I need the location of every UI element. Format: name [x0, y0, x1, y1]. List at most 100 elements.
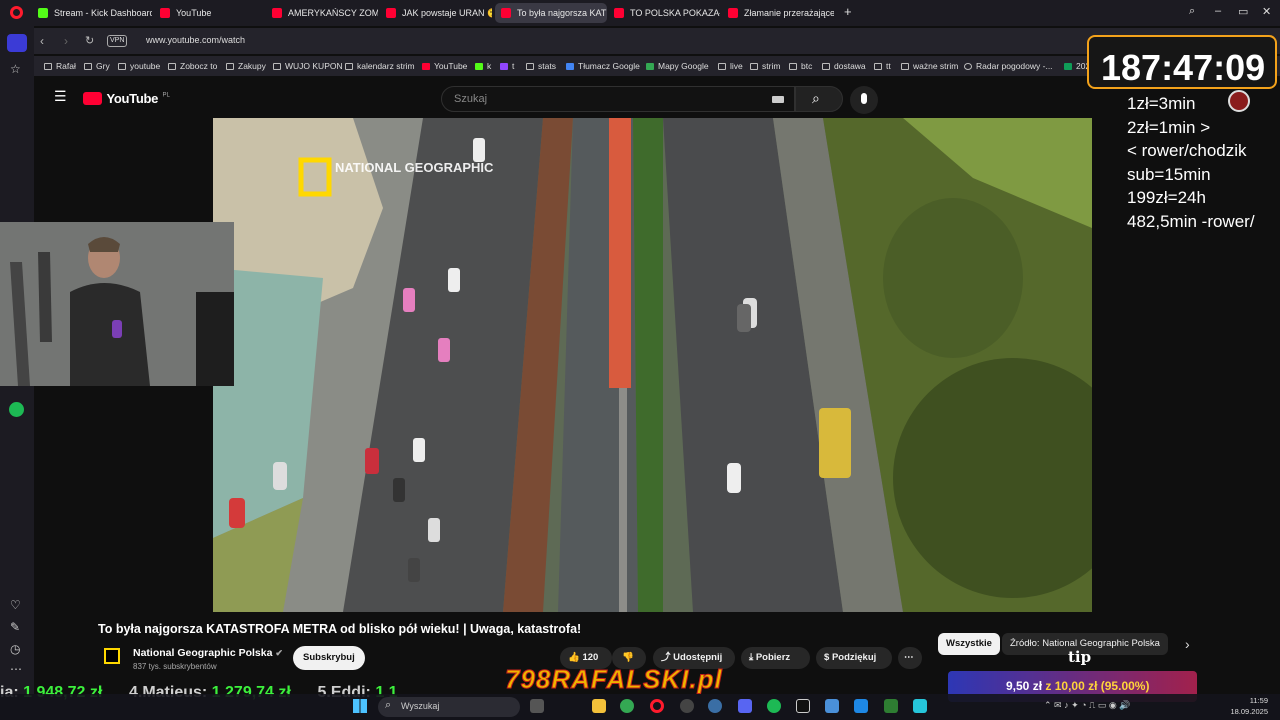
spotify-icon[interactable]: [9, 402, 24, 417]
youtube-play-icon: [83, 92, 102, 105]
back-icon[interactable]: ‹: [40, 34, 44, 48]
menu-icon[interactable]: ☰: [54, 88, 67, 105]
tab-katastrofa-metra[interactable]: To była najgorsza KAT: [495, 3, 607, 23]
tab-youtube[interactable]: YouTube: [154, 3, 264, 23]
search-icon: ⌕: [385, 699, 392, 711]
file-explorer-icon[interactable]: [592, 699, 606, 713]
bookmark-item[interactable]: Gry: [84, 61, 110, 71]
bookmark-item[interactable]: strim: [750, 61, 780, 71]
more-icon[interactable]: ⋯: [10, 662, 22, 676]
video-frame: NATIONAL GEOGRAPHIC: [213, 118, 1092, 612]
discord-icon[interactable]: [738, 699, 752, 713]
chip-all[interactable]: Wszystkie: [938, 633, 1000, 655]
bookmark-item[interactable]: Radar pogodowy -...: [964, 61, 1053, 71]
folder-icon: [789, 63, 797, 70]
app-icon[interactable]: [913, 699, 927, 713]
rule-line: 199zł=24h: [1127, 188, 1206, 207]
url-field[interactable]: www.youtube.com/watch: [146, 35, 245, 45]
bookmark-item[interactable]: WUJO KUPON: [273, 61, 343, 71]
app-icon[interactable]: [854, 699, 868, 713]
bookmark-item[interactable]: Tłumacz Google: [566, 61, 640, 71]
taskbar-clock[interactable]: 11:59 18.09.2025: [1230, 695, 1268, 717]
folder-icon: [750, 63, 758, 70]
tab-zlamanie[interactable]: Złamanie przerażającej sz: [722, 3, 834, 23]
folder-icon: [345, 63, 353, 70]
opera-logo-icon[interactable]: [10, 6, 23, 19]
tab-zombie[interactable]: AMERYKAŃSCY ZOMBIE (: [266, 3, 378, 23]
channel-name[interactable]: National Geographic Polska ✔: [133, 647, 283, 659]
chip-next-icon[interactable]: ›: [1185, 636, 1190, 652]
app-icon[interactable]: [884, 699, 898, 713]
streamer-brand-logo: 798RAFALSKI.pl: [505, 664, 723, 695]
twitch-icon: [500, 63, 508, 70]
task-view-icon[interactable]: [530, 699, 544, 713]
bookmark-item[interactable]: YouTube: [422, 61, 467, 71]
video-title: To była najgorsza KATASTROFA METRA od bl…: [98, 622, 582, 636]
video-player[interactable]: NATIONAL GEOGRAPHIC: [213, 118, 1092, 612]
new-tab-button[interactable]: +: [844, 4, 852, 19]
tab-kick-dashboard[interactable]: Stream - Kick Dashboard: [32, 3, 152, 23]
search-input[interactable]: Szukaj: [441, 86, 795, 112]
bookmark-item[interactable]: youtube: [118, 61, 160, 71]
share-icon: ⤴: [661, 652, 671, 663]
heart-icon[interactable]: ♡: [10, 598, 21, 612]
browser-icon[interactable]: [708, 699, 722, 713]
tab-polska[interactable]: TO POLSKA POKAZAŁA JA: [608, 3, 720, 23]
folder-icon: [168, 63, 176, 70]
taskbar-search-input[interactable]: ⌕ Wyszukaj: [378, 697, 520, 717]
bookmark-item[interactable]: Zakupy: [226, 61, 266, 71]
voice-search-button[interactable]: [850, 86, 878, 114]
video-watermark: NATIONAL GEOGRAPHIC: [335, 160, 494, 175]
vpn-badge[interactable]: VPN: [107, 35, 128, 47]
bookmark-item[interactable]: Zobocz to: [168, 61, 217, 71]
edit-icon[interactable]: ✎: [10, 620, 20, 634]
maximize-icon[interactable]: ▭: [1238, 5, 1248, 18]
search-button[interactable]: ⌕: [795, 86, 843, 112]
bookmark-item[interactable]: btc: [789, 61, 812, 71]
keyboard-icon[interactable]: [772, 96, 784, 103]
subscribe-button[interactable]: Subskrybuj: [293, 646, 365, 670]
bookmark-item[interactable]: dostawa: [822, 61, 866, 71]
youtube-icon: [501, 8, 511, 18]
youtube-icon: [422, 63, 430, 70]
more-actions-button[interactable]: ⋯: [898, 647, 922, 669]
download-button[interactable]: ⤓ Pobierz: [741, 647, 810, 669]
spotify-icon[interactable]: [767, 699, 781, 713]
search-tabs-icon[interactable]: ⌕: [1189, 5, 1195, 18]
obs-icon[interactable]: [680, 699, 694, 713]
close-icon[interactable]: ✕: [1262, 5, 1271, 18]
bookmark-item[interactable]: stats: [526, 61, 556, 71]
user-avatar[interactable]: [1228, 90, 1250, 112]
thanks-icon: $: [824, 652, 830, 663]
home-icon[interactable]: [7, 34, 27, 52]
star-icon[interactable]: ☆: [10, 62, 21, 76]
app-icon[interactable]: [796, 699, 810, 713]
forward-icon[interactable]: ›: [64, 34, 68, 48]
folder-icon: [84, 63, 92, 70]
history-icon[interactable]: ◷: [10, 642, 20, 656]
bookmark-item[interactable]: tt: [874, 61, 891, 71]
folder-icon: [226, 63, 234, 70]
rule-line: < rower/chodzik: [1127, 141, 1247, 160]
download-icon: ⤓: [749, 652, 754, 663]
bookmark-item[interactable]: k: [475, 61, 491, 71]
reload-icon[interactable]: ↻: [85, 34, 94, 47]
youtube-logo[interactable]: YouTube PL: [83, 90, 170, 108]
bookmark-item[interactable]: ważne strim: [901, 61, 958, 71]
minimize-icon[interactable]: –: [1215, 5, 1221, 17]
bookmark-item[interactable]: Mapy Google: [646, 61, 709, 71]
tab-uran[interactable]: JAK powstaje URAN 😲 |: [380, 3, 492, 23]
windows-start-icon[interactable]: [353, 699, 367, 713]
bookmark-item[interactable]: kalendarz strim: [345, 61, 415, 71]
chrome-icon[interactable]: [620, 699, 634, 713]
bookmark-item[interactable]: t: [500, 61, 514, 71]
tip-label: tip: [1068, 648, 1092, 666]
opera-icon[interactable]: [650, 699, 664, 713]
channel-avatar[interactable]: [104, 648, 120, 664]
app-icon[interactable]: [825, 699, 839, 713]
bookmark-item[interactable]: live: [718, 61, 743, 71]
sheets-icon: [1064, 63, 1072, 70]
bookmark-item[interactable]: Rafał: [44, 61, 76, 71]
tray-icons[interactable]: ⌃ ✉ ♪ ✦ ◔ ⎍ ▭ ◉ 🔊: [1044, 700, 1130, 711]
thanks-button[interactable]: $ Podziękuj: [816, 647, 892, 669]
